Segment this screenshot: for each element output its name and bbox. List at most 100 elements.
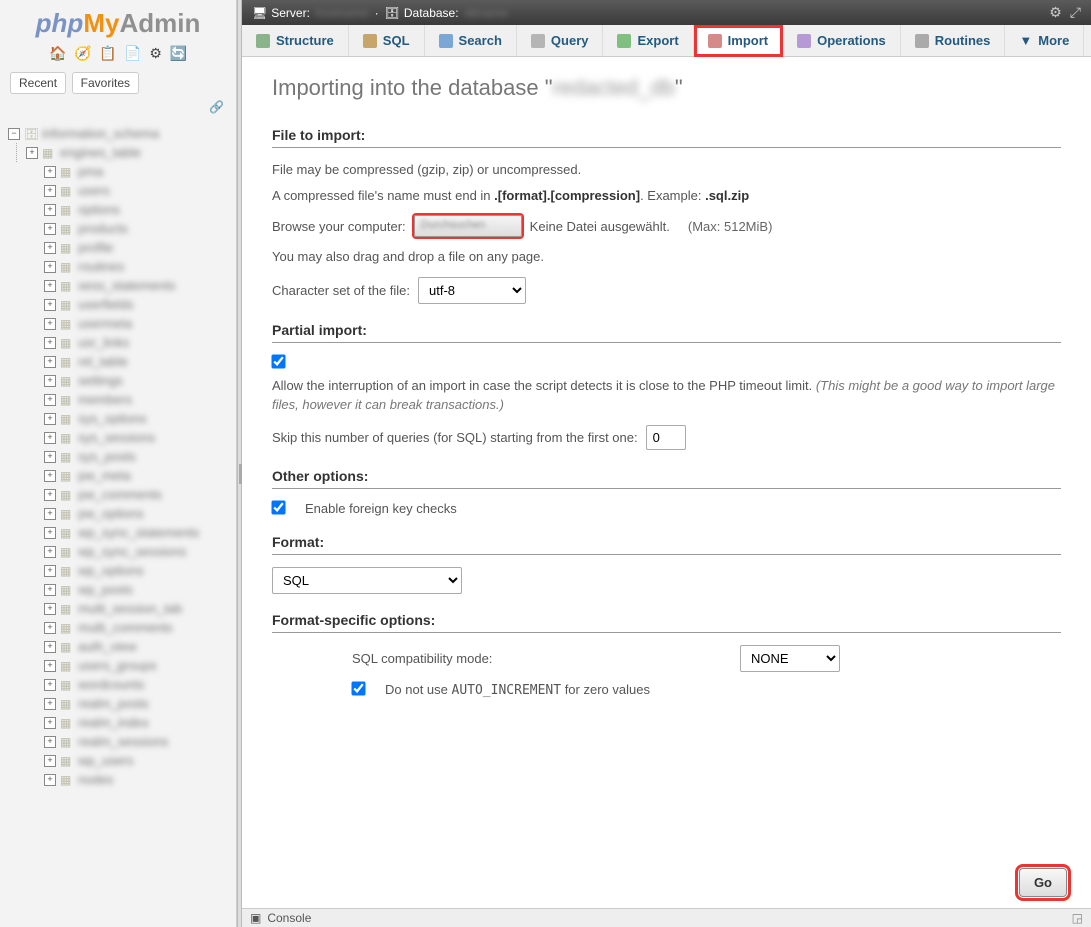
tab-operations[interactable]: Operations xyxy=(783,25,901,56)
tree-node[interactable]: +▦routines xyxy=(44,257,230,276)
settings-icon[interactable]: ⚙ xyxy=(149,45,162,62)
expand-icon[interactable]: + xyxy=(44,299,56,311)
expand-icon[interactable]: + xyxy=(44,508,56,520)
expand-icon[interactable]: + xyxy=(44,432,56,444)
compat-select[interactable]: NONE xyxy=(740,645,840,672)
tree-node[interactable]: +▦pw_comments xyxy=(44,485,230,504)
choose-file-button[interactable]: Durchsuchen xyxy=(414,215,522,237)
tab-routines[interactable]: Routines xyxy=(901,25,1006,56)
charset-select[interactable]: utf-8 xyxy=(418,277,526,304)
tree-root-node[interactable]: − 🗄 information_schema xyxy=(8,124,230,143)
expand-icon[interactable]: + xyxy=(44,413,56,425)
expand-icon[interactable]: + xyxy=(44,679,56,691)
expand-icon[interactable]: + xyxy=(44,717,56,729)
tree-node[interactable]: +▦pw_options xyxy=(44,504,230,523)
reload-icon[interactable]: 🔄 xyxy=(170,45,187,62)
expand-icon[interactable]: + xyxy=(44,261,56,273)
expand-icon[interactable]: + xyxy=(44,204,56,216)
expand-icon[interactable]: + xyxy=(44,698,56,710)
fk-checkbox[interactable] xyxy=(271,500,285,514)
tree-node[interactable]: +▦sess_statements xyxy=(44,276,230,295)
tree-node[interactable]: +▦userfields xyxy=(44,295,230,314)
expand-icon[interactable]: + xyxy=(44,223,56,235)
tree-node[interactable]: +▦multi_session_tab xyxy=(44,599,230,618)
expand-icon[interactable]: + xyxy=(44,660,56,672)
expand-icon[interactable]: + xyxy=(44,318,56,330)
expand-icon[interactable]: + xyxy=(44,375,56,387)
expand-icon[interactable]: + xyxy=(44,280,56,292)
tree-node[interactable]: +▦rel_table xyxy=(44,352,230,371)
tree-node[interactable]: +▦usr_links xyxy=(44,333,230,352)
tree-node[interactable]: +▦users_groups xyxy=(44,656,230,675)
favorites-button[interactable]: Favorites xyxy=(72,72,139,94)
tab-import[interactable]: Import xyxy=(694,25,783,57)
expand-icon[interactable]: + xyxy=(44,774,56,786)
expand-icon[interactable]: + xyxy=(44,584,56,596)
tree-node[interactable]: +▦realm_posts xyxy=(44,694,230,713)
expand-icon[interactable]: + xyxy=(44,394,56,406)
exit-icon[interactable]: 🧭 xyxy=(74,45,91,62)
tab-search[interactable]: Search xyxy=(425,25,517,56)
tab-more[interactable]: ▼More xyxy=(1005,25,1084,56)
tree-node[interactable]: +▦pw_meta xyxy=(44,466,230,485)
tab-export[interactable]: Export xyxy=(603,25,693,56)
expand-icon[interactable]: + xyxy=(44,565,56,577)
expand-icon[interactable]: + xyxy=(44,451,56,463)
home-icon[interactable]: 🏠 xyxy=(49,45,66,62)
format-select[interactable]: SQL xyxy=(272,567,462,594)
tree-node[interactable]: +▦options xyxy=(44,200,230,219)
expand-icon[interactable]: + xyxy=(44,166,56,178)
expand-icon[interactable]: + xyxy=(44,622,56,634)
expand-icon[interactable]: + xyxy=(26,147,38,159)
tree-node[interactable]: +▦members xyxy=(44,390,230,409)
tree-node[interactable]: +▦auth_view xyxy=(44,637,230,656)
partial-checkbox[interactable] xyxy=(271,354,285,368)
tree-node[interactable]: +▦pma xyxy=(44,162,230,181)
tree-node[interactable]: +▦profile xyxy=(44,238,230,257)
noai-checkbox[interactable] xyxy=(351,681,365,695)
expand-icon[interactable]: ⤢ xyxy=(1070,4,1081,21)
tree-node[interactable]: +▦wp_options xyxy=(44,561,230,580)
tree-node[interactable]: +▦settings xyxy=(44,371,230,390)
tree-node[interactable]: +▦products xyxy=(44,219,230,238)
tree-node[interactable]: +▦users xyxy=(44,181,230,200)
tab-query[interactable]: Query xyxy=(517,25,604,56)
tree-node[interactable]: +▦wordcounts xyxy=(44,675,230,694)
console-resize-icon[interactable]: ◲ xyxy=(1072,911,1083,925)
tree-node[interactable]: +▦wp_sync_sessions xyxy=(44,542,230,561)
tree-node[interactable]: +▦usermeta xyxy=(44,314,230,333)
docs-icon[interactable]: 📋 xyxy=(99,45,116,62)
tree-node[interactable]: +▦realm_index xyxy=(44,713,230,732)
console-bar[interactable]: ▣ Console ◲ xyxy=(242,908,1091,927)
expand-icon[interactable]: + xyxy=(44,603,56,615)
expand-icon[interactable]: + xyxy=(44,546,56,558)
tree-node[interactable]: +▦sys_sessions xyxy=(44,428,230,447)
skip-input[interactable] xyxy=(646,425,686,450)
gear-icon[interactable]: ⚙ xyxy=(1049,4,1062,21)
expand-icon[interactable]: + xyxy=(44,736,56,748)
tree-node[interactable]: +▦wp_users xyxy=(44,751,230,770)
tab-sql[interactable]: SQL xyxy=(349,25,425,56)
tree-node[interactable]: +▦wp_sync_statements xyxy=(44,523,230,542)
tree-node[interactable]: +▦sys_options xyxy=(44,409,230,428)
expand-icon[interactable]: + xyxy=(44,470,56,482)
tab-structure[interactable]: Structure xyxy=(242,25,349,56)
tree-node[interactable]: +▦engines_table xyxy=(26,143,230,162)
recent-button[interactable]: Recent xyxy=(10,72,66,94)
tree-node[interactable]: +▦multi_comments xyxy=(44,618,230,637)
expand-icon[interactable]: + xyxy=(44,641,56,653)
expand-icon[interactable]: + xyxy=(44,489,56,501)
expand-icon[interactable]: + xyxy=(44,527,56,539)
expand-icon[interactable]: + xyxy=(44,242,56,254)
tree-node[interactable]: +▦realm_sessions xyxy=(44,732,230,751)
tree-node[interactable]: +▦nodes xyxy=(44,770,230,789)
expand-icon[interactable]: + xyxy=(44,337,56,349)
expand-icon[interactable]: + xyxy=(44,185,56,197)
link-icon[interactable]: 🔗 xyxy=(0,98,236,120)
expand-icon[interactable]: + xyxy=(44,356,56,368)
expand-icon[interactable]: + xyxy=(44,755,56,767)
query-icon[interactable]: 📄 xyxy=(124,45,141,62)
tree-node[interactable]: +▦sys_posts xyxy=(44,447,230,466)
go-button[interactable]: Go xyxy=(1019,868,1067,897)
db-tree[interactable]: − 🗄 information_schema +▦engines_table+▦… xyxy=(0,120,236,927)
